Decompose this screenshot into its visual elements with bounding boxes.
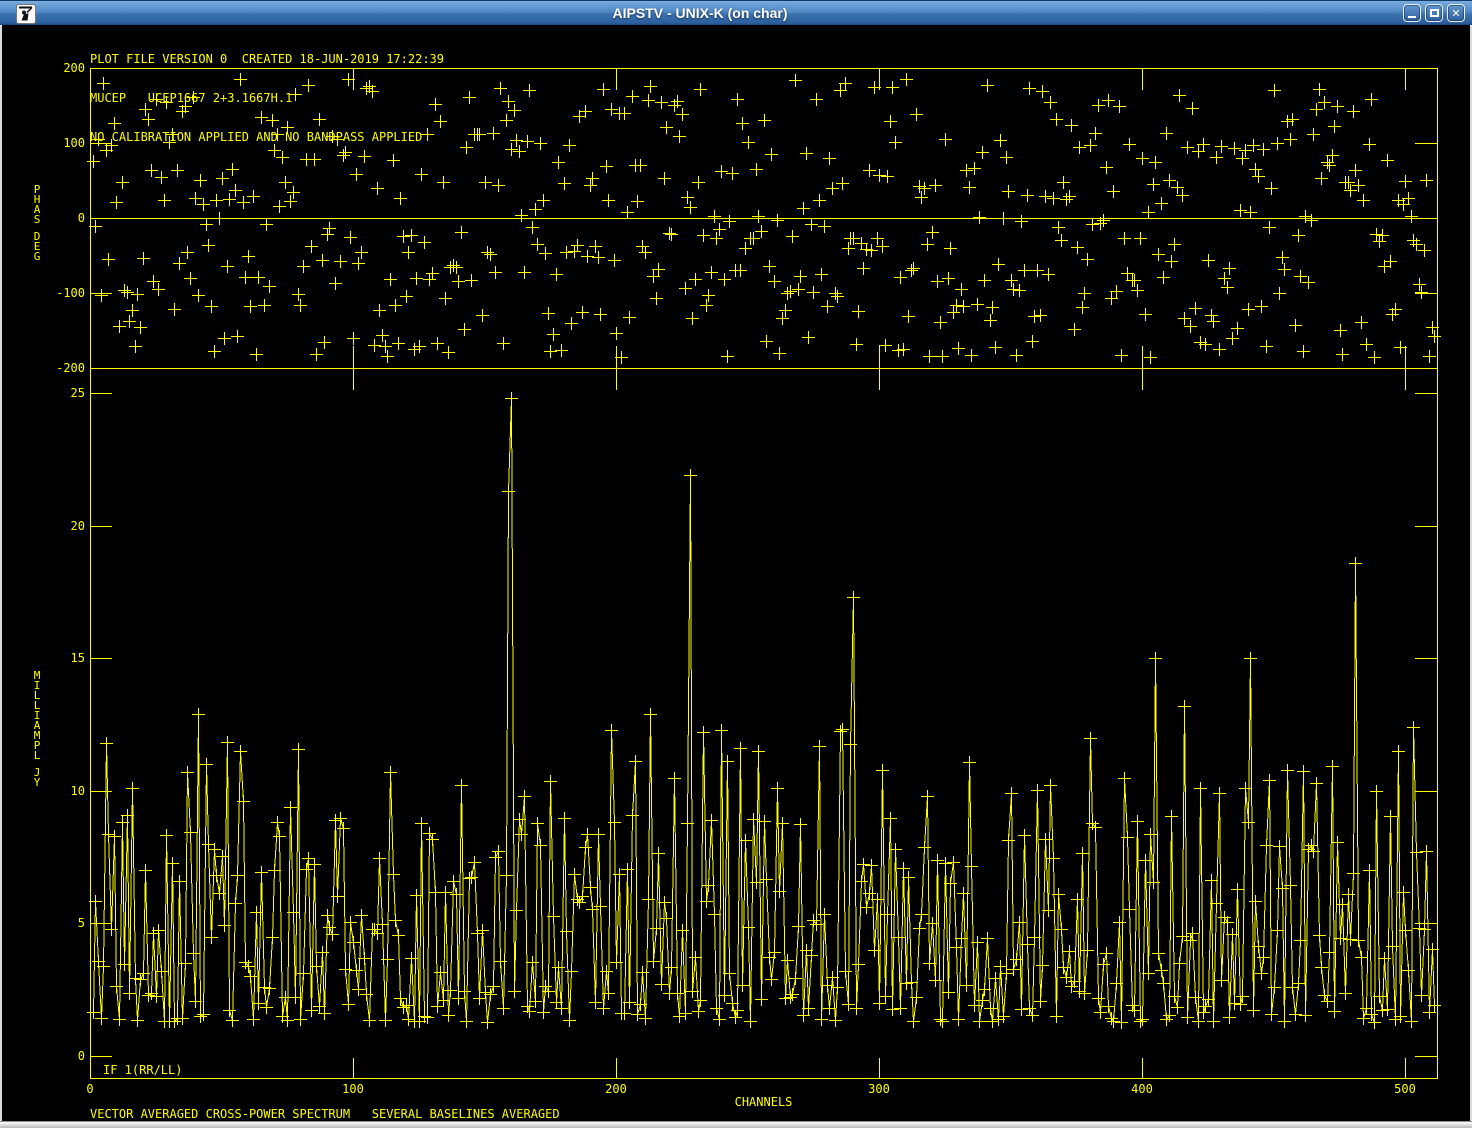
amplitude-axis-title: MILLIAMPLJY: [29, 671, 45, 788]
svg-text:5: 5: [78, 916, 85, 930]
svg-text:-200: -200: [56, 361, 85, 375]
svg-text:200: 200: [605, 1082, 627, 1096]
phase-axis-title: PHASDEG: [29, 185, 45, 262]
plot-footer: VECTOR AVERAGED CROSS-POWER SPECTRUM SEV…: [90, 1107, 560, 1121]
svg-text:0: 0: [78, 1049, 85, 1063]
panel-frames: [90, 68, 1438, 1079]
svg-text:300: 300: [868, 1082, 890, 1096]
svg-text:-100: -100: [56, 286, 85, 300]
svg-text:100: 100: [342, 1082, 364, 1096]
svg-text:10: 10: [71, 784, 85, 798]
svg-text:100: 100: [63, 136, 85, 150]
svg-text:400: 400: [1131, 1082, 1153, 1096]
axis-ticks: [90, 68, 1437, 1078]
svg-text:0: 0: [78, 211, 85, 225]
window-border-bottom[interactable]: [0, 1121, 1472, 1128]
if-polarization-label: IF 1(RR/LL): [103, 1063, 182, 1077]
svg-text:0: 0: [86, 1082, 93, 1096]
svg-text:20: 20: [71, 519, 85, 533]
spectrum-plot: 200 100 0 -100 -200 0 5 10 15 20 25 0 100 200 300 400 50…: [0, 0, 1472, 1128]
window-border-left[interactable]: [0, 25, 2, 1121]
svg-text:200: 200: [63, 61, 85, 75]
svg-text:500: 500: [1394, 1082, 1416, 1096]
svg-text:25: 25: [71, 386, 85, 400]
aipstv-window: AIPSTV - UNIX-K (on char) ✕ PLOT FILE VE…: [0, 0, 1472, 1128]
amplitude-spectrum: [87, 392, 1441, 1029]
svg-text:15: 15: [71, 651, 85, 665]
